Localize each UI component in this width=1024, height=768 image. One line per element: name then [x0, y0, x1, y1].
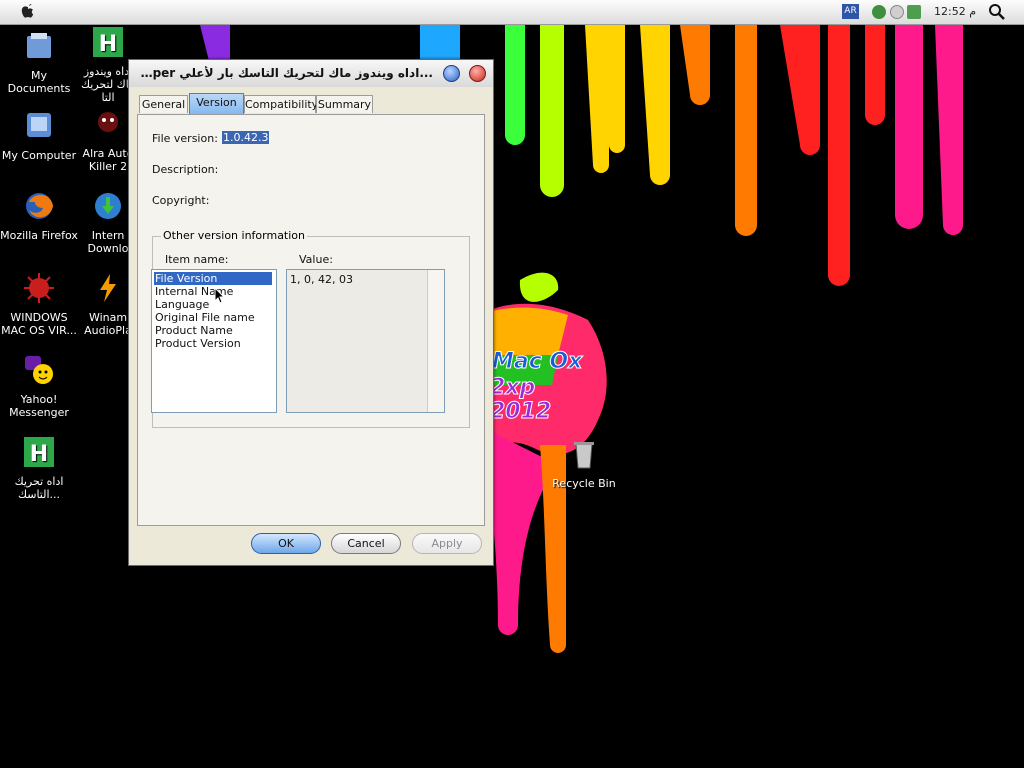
winamp-icon: [100, 274, 116, 302]
network-icon[interactable]: [872, 5, 886, 19]
desktop-icon-h-app[interactable]: H اداه تحريك التاسك...: [0, 436, 78, 501]
version-tab-panel: File version: 1.0.42.3 Description: Copy…: [137, 114, 485, 526]
description-label: Description:: [152, 163, 219, 176]
tab-general[interactable]: General: [139, 95, 188, 113]
desktop-icon-label: WINDOWS MAC OS VIR...: [1, 311, 77, 337]
wallpaper-text-line2: 2xp: [490, 375, 535, 400]
firefox-icon: [26, 193, 53, 219]
help-button[interactable]: [443, 65, 460, 82]
value-scrollbar[interactable]: [427, 270, 444, 412]
value-textbox[interactable]: 1, 0, 42, 03: [286, 269, 445, 413]
yahoo-icon: [25, 356, 53, 384]
list-item-file-version[interactable]: File Version: [154, 272, 272, 285]
h-app-icon: H: [24, 437, 54, 467]
list-item-original-file-name[interactable]: Original File name: [154, 311, 272, 324]
desktop-icon-label: Yahoo! Messenger: [9, 393, 69, 419]
file-version-label: File version:: [152, 132, 218, 145]
properties-dialog: ...اداه ويندوز ماك لتحريك التاسك بار لأع…: [128, 59, 494, 566]
svg-text:H: H: [30, 442, 48, 467]
tab-version[interactable]: Version: [189, 93, 244, 114]
value-label: Value:: [299, 253, 333, 266]
desktop-icon-label: My Documents: [7, 69, 71, 95]
folder-icon: [27, 33, 51, 58]
search-icon[interactable]: [988, 3, 1006, 21]
desktop-icon-windows-mac-os[interactable]: WINDOWS MAC OS VIR...: [0, 272, 78, 337]
copyright-label: Copyright:: [152, 194, 210, 207]
language-indicator[interactable]: AR: [842, 4, 859, 19]
list-item-language[interactable]: Language: [154, 298, 272, 311]
value-text: 1, 0, 42, 03: [290, 273, 353, 286]
apple-icon[interactable]: [18, 1, 38, 21]
mouse-cursor-icon: [214, 287, 226, 304]
list-item-product-version[interactable]: Product Version: [154, 337, 272, 350]
group-title: Other version information: [161, 229, 308, 242]
volume-icon[interactable]: [890, 5, 904, 19]
desktop-icon-yahoo-messenger[interactable]: Yahoo! Messenger: [0, 354, 78, 419]
h-app-icon: H: [93, 27, 123, 57]
desktop-icon-recycle-bin[interactable]: Recycle Bin: [545, 438, 623, 490]
file-version-value[interactable]: 1.0.42.3: [222, 131, 270, 144]
idm-icon: [95, 193, 121, 219]
desktop-icon-firefox[interactable]: Mozilla Firefox: [0, 190, 78, 242]
desktop-icon-label: My Computer: [1, 149, 77, 162]
wallpaper-text-line3: 2012: [490, 399, 551, 424]
wallpaper-text-line1: Mac Ox: [492, 349, 583, 374]
ok-button[interactable]: OK: [251, 533, 321, 554]
desktop-icon-label: اداه تحريك التاسك...: [14, 475, 64, 501]
dialog-title: ...اداه ويندوز ماك لتحريك التاسك بار لأع…: [137, 66, 433, 80]
svg-text:H: H: [99, 32, 117, 57]
computer-icon: [27, 113, 51, 137]
list-item-internal-name[interactable]: Internal Name: [154, 285, 272, 298]
virus-icon: [24, 273, 54, 303]
cancel-button[interactable]: Cancel: [331, 533, 401, 554]
item-name-label: Item name:: [165, 253, 229, 266]
desktop-icon-my-computer[interactable]: My Computer: [0, 110, 78, 162]
desktop-icon-label: Mozilla Firefox: [0, 229, 78, 242]
list-item-product-name[interactable]: Product Name: [154, 324, 272, 337]
recycle-bin-icon: [574, 442, 594, 469]
close-button[interactable]: [469, 65, 486, 82]
tab-compatibility[interactable]: Compatibility: [244, 95, 318, 113]
tab-summary[interactable]: Summary: [316, 95, 373, 113]
desktop-icon-my-documents[interactable]: My Documents: [0, 30, 78, 95]
dialog-titlebar[interactable]: ...اداه ويندوز ماك لتحريك التاسك بار لأع…: [129, 60, 493, 87]
desktop-icon-label: Recycle Bin: [552, 477, 616, 490]
menu-clock[interactable]: 12:52 م: [934, 5, 976, 18]
safely-remove-icon[interactable]: [907, 5, 921, 19]
apply-button[interactable]: Apply: [412, 533, 482, 554]
killer-icon: [98, 112, 118, 132]
menu-bar: AR 12:52 م: [0, 0, 1024, 25]
